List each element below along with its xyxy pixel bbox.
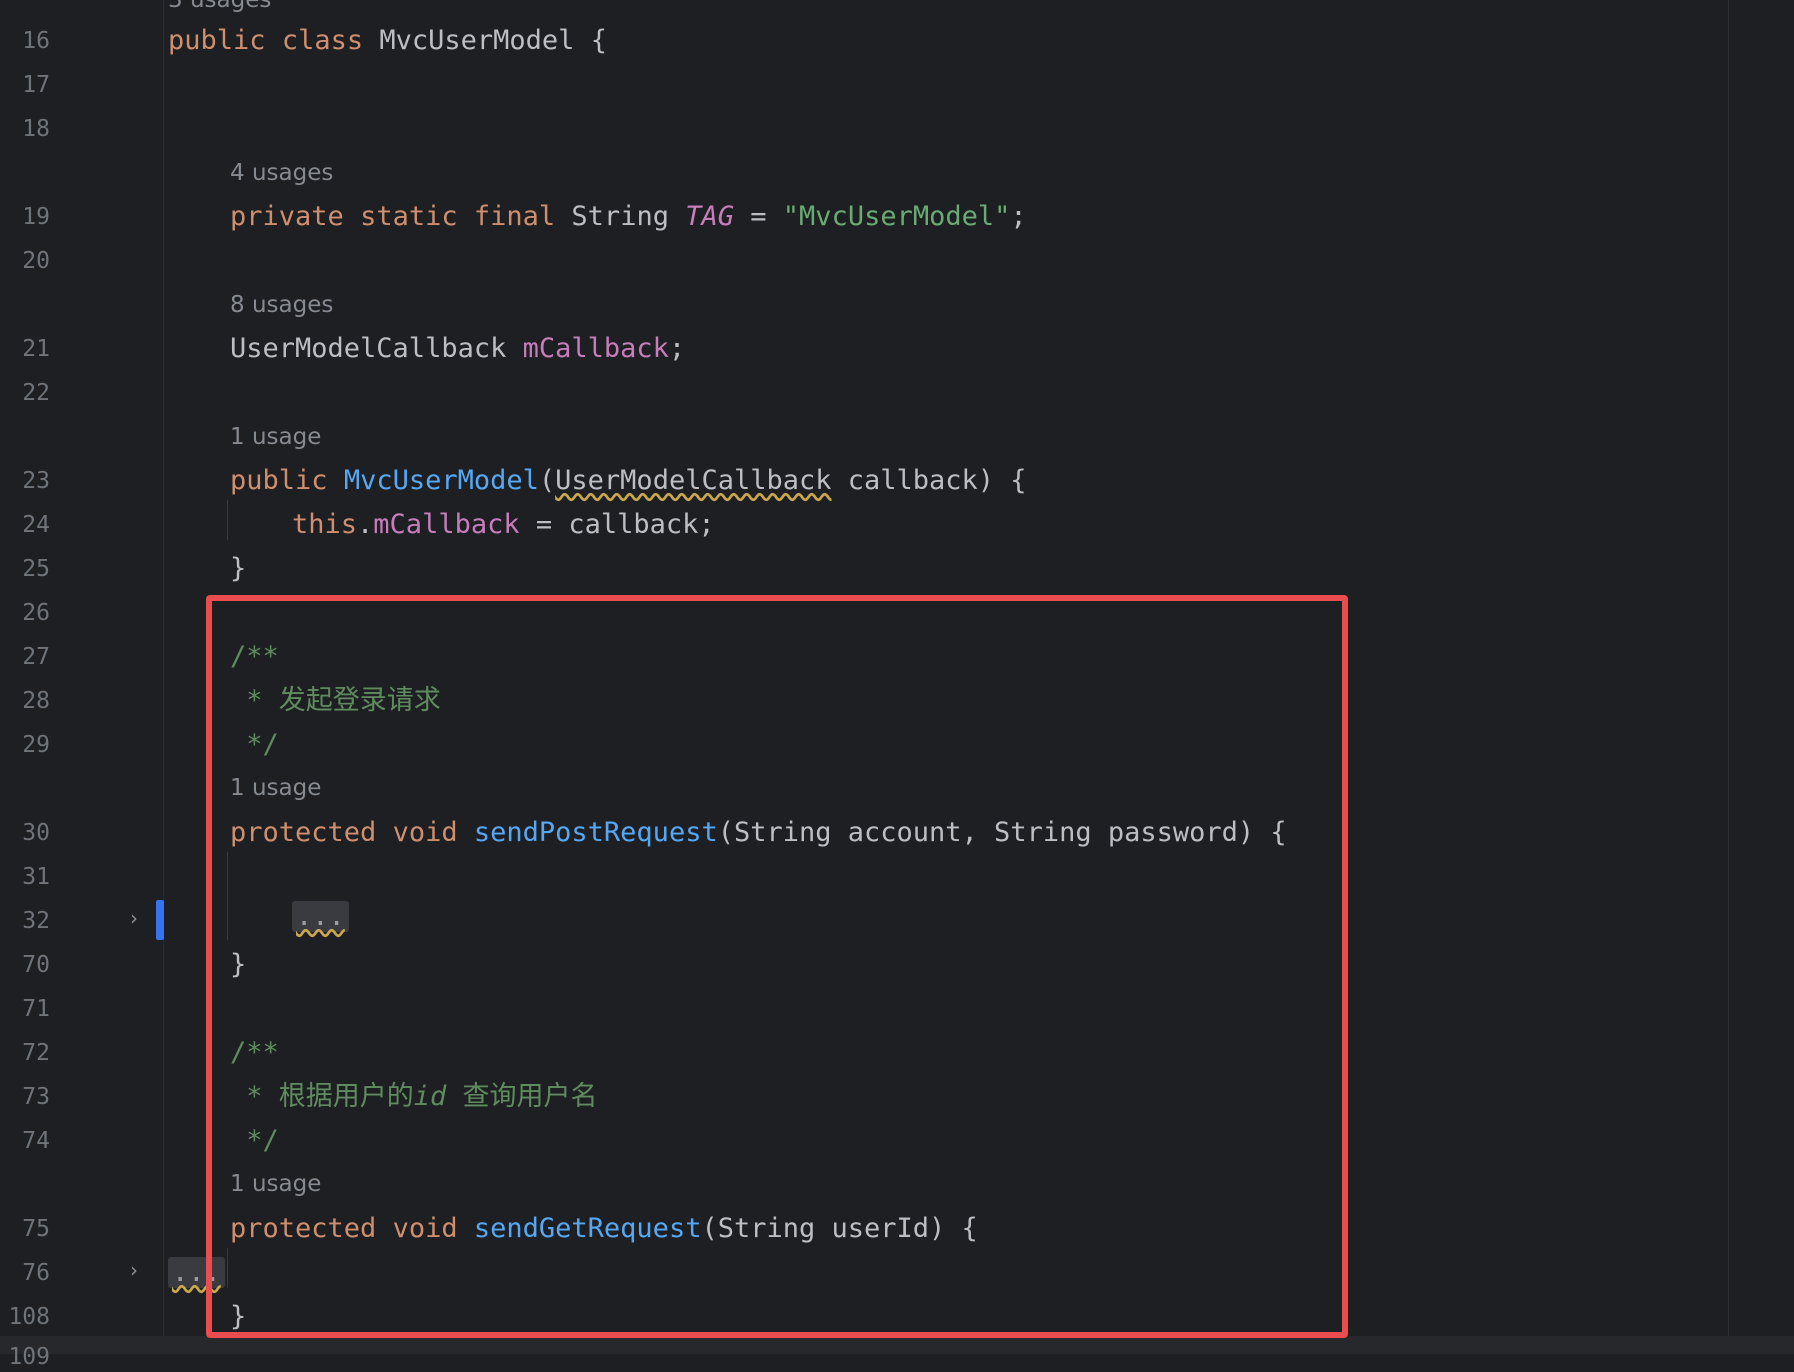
line-number[interactable]: 108 bbox=[0, 1302, 50, 1332]
usages-hint[interactable]: 3 usages bbox=[168, 0, 271, 14]
line-number[interactable]: 72 bbox=[0, 1038, 50, 1068]
line-number[interactable]: 23 bbox=[0, 466, 50, 496]
keyword: class bbox=[281, 25, 364, 56]
fold-expand-icon[interactable]: › bbox=[130, 906, 138, 930]
keyword: private bbox=[230, 201, 344, 232]
fold-expand-icon[interactable]: › bbox=[130, 1258, 138, 1282]
line-number[interactable]: 21 bbox=[0, 334, 50, 364]
line-number[interactable]: 74 bbox=[0, 1126, 50, 1156]
line-number[interactable]: 27 bbox=[0, 642, 50, 672]
line-number[interactable]: 32 bbox=[0, 906, 50, 936]
line-number[interactable]: 24 bbox=[0, 510, 50, 540]
constructor-line: public MvcUserModel(UserModelCallback ca… bbox=[230, 464, 1027, 498]
line-number[interactable]: 71 bbox=[0, 994, 50, 1024]
editor-right-margin bbox=[1728, 0, 1729, 1354]
type: UserModelCallback bbox=[230, 333, 507, 364]
line-number[interactable]: 19 bbox=[0, 202, 50, 232]
line-number[interactable]: 70 bbox=[0, 950, 50, 980]
line-number[interactable]: 16 bbox=[0, 26, 50, 56]
line-number[interactable]: 25 bbox=[0, 554, 50, 584]
editor-bottom-strip bbox=[0, 1336, 1794, 1354]
usages-hint[interactable]: 4 usages bbox=[230, 159, 333, 187]
line-number[interactable]: 75 bbox=[0, 1214, 50, 1244]
type: String bbox=[571, 201, 669, 232]
keyword: public bbox=[230, 465, 328, 496]
line-number[interactable]: 28 bbox=[0, 686, 50, 716]
line-number[interactable]: 30 bbox=[0, 818, 50, 848]
constructor-name[interactable]: MvcUserModel bbox=[344, 465, 539, 496]
keyword: public bbox=[168, 25, 266, 56]
line-number[interactable]: 29 bbox=[0, 730, 50, 760]
keyword: static bbox=[360, 201, 458, 232]
line-number[interactable]: 26 bbox=[0, 598, 50, 628]
tag-field-line: private static final String TAG = "MvcUs… bbox=[230, 200, 1027, 234]
line-number[interactable]: 76 bbox=[0, 1258, 50, 1288]
constructor-body-line: this.mCallback = callback; bbox=[292, 508, 715, 542]
assignment: = callback; bbox=[519, 509, 715, 540]
usages-hint[interactable]: 1 usage bbox=[230, 423, 321, 451]
line-number[interactable]: 18 bbox=[0, 114, 50, 144]
class-declaration: public class MvcUserModel { bbox=[168, 24, 607, 58]
class-name[interactable]: MvcUserModel bbox=[379, 25, 574, 56]
close-brace: } bbox=[230, 553, 247, 584]
usages-hint[interactable]: 8 usages bbox=[230, 291, 333, 319]
callback-field-line: UserModelCallback mCallback; bbox=[230, 332, 685, 366]
param-rest: callback) { bbox=[831, 465, 1027, 496]
line-number[interactable]: 31 bbox=[0, 862, 50, 892]
vcs-change-marker[interactable] bbox=[156, 900, 164, 940]
semicolon: ; bbox=[1010, 201, 1027, 232]
indent-guide bbox=[227, 500, 228, 540]
line-number[interactable]: 20 bbox=[0, 246, 50, 276]
string-literal: "MvcUserModel" bbox=[782, 201, 1011, 232]
line-number[interactable]: 22 bbox=[0, 378, 50, 408]
field[interactable]: mCallback bbox=[523, 333, 669, 364]
brace: { bbox=[590, 25, 607, 56]
semicolon: ; bbox=[668, 333, 686, 364]
paren: ( bbox=[538, 465, 556, 496]
assign: = bbox=[734, 201, 783, 232]
keyword: final bbox=[473, 201, 556, 232]
static-field[interactable]: TAG bbox=[685, 201, 734, 232]
field[interactable]: mCallback bbox=[373, 509, 519, 540]
line-number[interactable]: 73 bbox=[0, 1082, 50, 1112]
dot: . bbox=[357, 509, 374, 540]
highlight-annotation-box bbox=[206, 595, 1348, 1338]
keyword: this bbox=[292, 509, 358, 540]
param-type[interactable]: UserModelCallback bbox=[555, 465, 831, 496]
line-number[interactable]: 17 bbox=[0, 70, 50, 100]
line-number[interactable]: 109 bbox=[0, 1342, 50, 1372]
